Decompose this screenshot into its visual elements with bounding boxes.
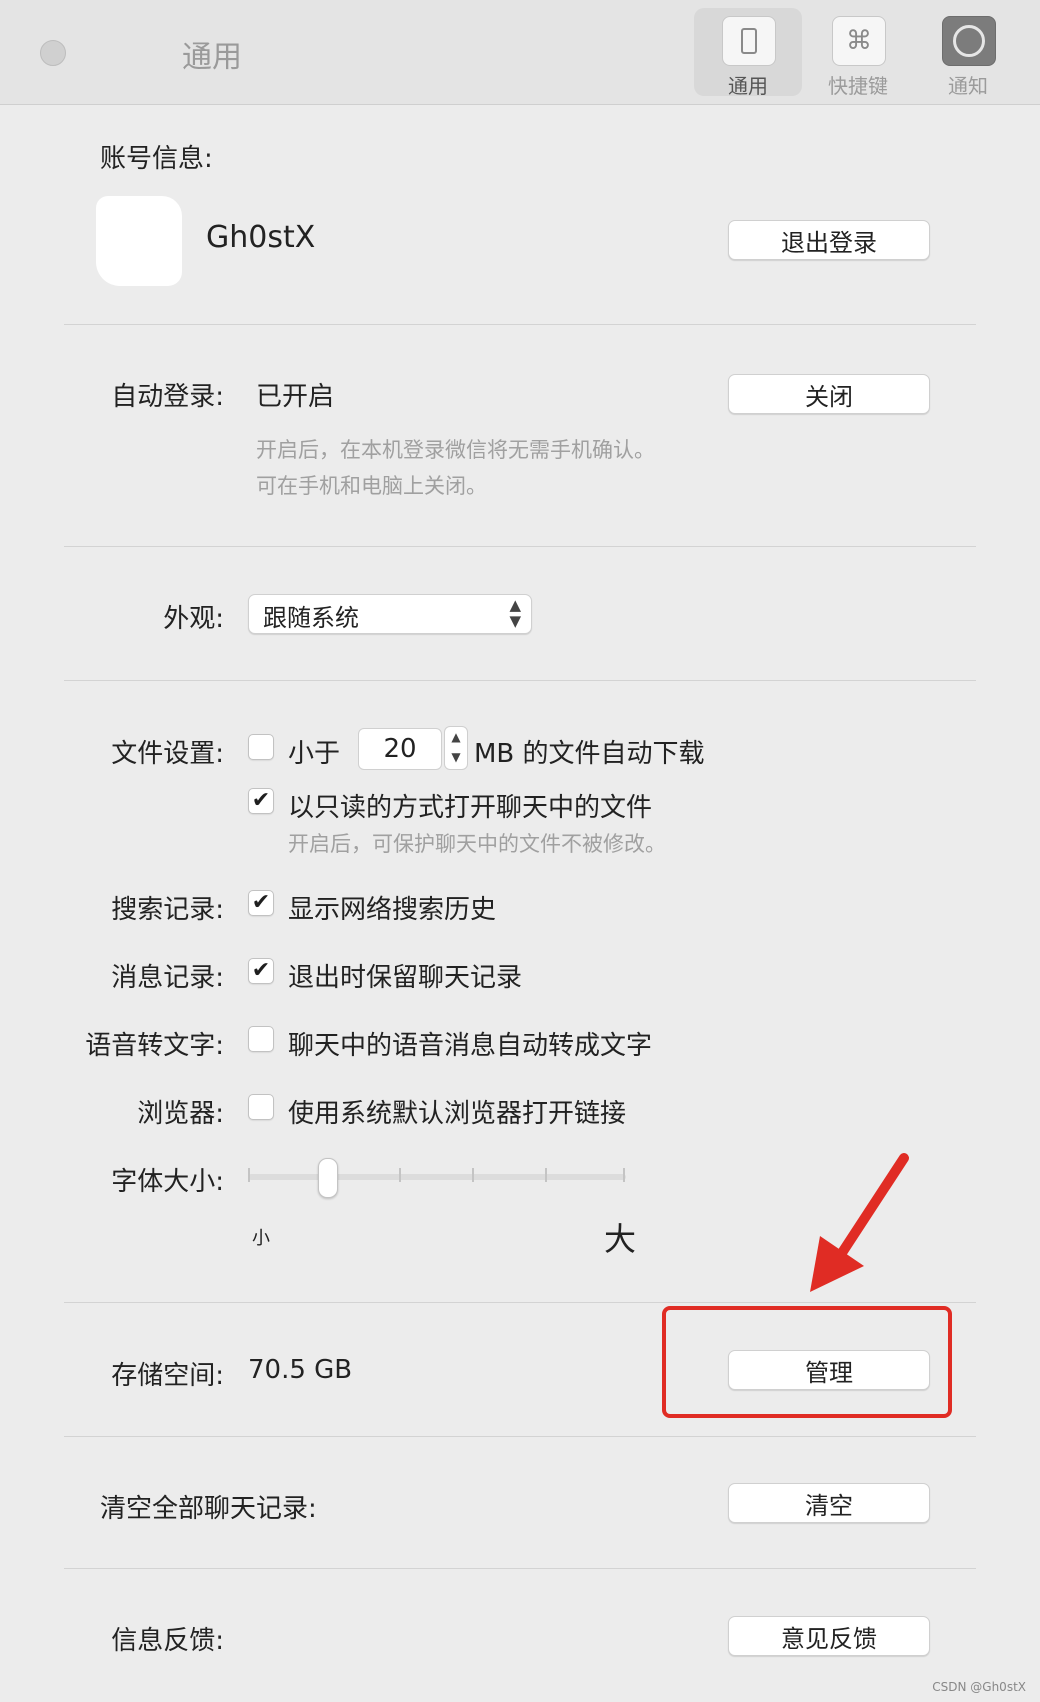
annotation-arrow-icon — [810, 1153, 909, 1292]
divider — [64, 1568, 976, 1569]
window-title: 通用 — [182, 40, 242, 75]
size-stepper[interactable]: ▲ ▼ — [444, 726, 468, 770]
auto-download-suffix: MB 的文件自动下载 — [474, 739, 705, 769]
divider — [64, 546, 976, 547]
slider-tick — [399, 1168, 401, 1182]
browser-option: 使用系统默认浏览器打开链接 — [288, 1099, 627, 1129]
tab-notifications-label: 通知 — [948, 74, 988, 98]
slider-tick — [472, 1168, 474, 1182]
slider-tick — [545, 1168, 547, 1182]
storage-label: 存储空间: — [111, 1361, 224, 1391]
username: Gh0stX — [206, 220, 316, 255]
message-history-option: 退出时保留聊天记录 — [288, 963, 523, 993]
search-history-label: 搜索记录: — [111, 895, 224, 925]
auto-login-hint-1: 开启后，在本机登录微信将无需手机确认。 — [256, 438, 655, 462]
auto-login-status: 已开启 — [256, 382, 335, 412]
tab-general[interactable]: 通用 — [694, 8, 802, 98]
font-size-small-label: 小 — [252, 1228, 270, 1249]
checkmark-icon: ✔ — [251, 788, 271, 813]
appearance-selected-value: 跟随系统 — [263, 604, 359, 632]
speech-to-text-checkbox[interactable] — [248, 1026, 274, 1052]
title-bar: 通用 通用 ⌘ 快捷键 通知 — [0, 0, 1040, 105]
font-size-label: 字体大小: — [111, 1167, 224, 1197]
settings-window: 通用 通用 ⌘ 快捷键 通知 账号信息: Gh0stX 退出登录 自动登录: 已… — [0, 0, 1040, 1702]
avatar[interactable] — [96, 196, 182, 286]
feedback-button[interactable]: 意见反馈 — [728, 1616, 930, 1656]
tab-shortcuts[interactable]: ⌘ 快捷键 — [804, 8, 912, 98]
updown-chevron-icon: ▲ ▼ — [509, 596, 521, 630]
clear-history-label: 清空全部聊天记录: — [100, 1494, 317, 1524]
speech-to-text-label: 语音转文字: — [85, 1031, 224, 1061]
slider-tick — [248, 1168, 250, 1182]
checkmark-icon: ✔ — [251, 958, 271, 983]
tab-notifications[interactable]: 通知 — [914, 8, 1022, 98]
readonly-option-label: 以只读的方式打开聊天中的文件 — [288, 793, 653, 823]
auto-download-size-input[interactable]: 20 — [358, 728, 442, 770]
window-close-button[interactable] — [40, 40, 66, 66]
message-history-label: 消息记录: — [111, 963, 224, 993]
readonly-checkbox[interactable]: ✔ — [248, 788, 274, 814]
divider — [64, 1302, 976, 1303]
font-size-slider[interactable] — [248, 1174, 626, 1180]
notification-icon — [942, 16, 996, 66]
checkmark-icon: ✔ — [251, 890, 271, 915]
divider — [64, 1436, 976, 1437]
message-history-checkbox[interactable]: ✔ — [248, 958, 274, 984]
file-settings-label: 文件设置: — [111, 739, 224, 769]
appearance-label: 外观: — [163, 604, 224, 634]
feedback-label: 信息反馈: — [111, 1626, 224, 1656]
search-history-option: 显示网络搜索历史 — [288, 895, 497, 925]
readonly-hint: 开启后，可保护聊天中的文件不被修改。 — [288, 832, 666, 856]
browser-label: 浏览器: — [137, 1099, 224, 1129]
phone-icon — [722, 16, 776, 66]
browser-checkbox[interactable] — [248, 1094, 274, 1120]
divider — [64, 680, 976, 681]
slider-tick — [623, 1168, 625, 1182]
divider — [64, 324, 976, 325]
logout-button[interactable]: 退出登录 — [728, 220, 930, 260]
auto-download-checkbox[interactable] — [248, 734, 274, 760]
watermark: CSDN @Gh0stX — [932, 1680, 1026, 1694]
account-label: 账号信息: — [100, 144, 213, 174]
tab-general-label: 通用 — [728, 74, 768, 98]
font-size-large-label: 大 — [604, 1220, 637, 1258]
search-history-checkbox[interactable]: ✔ — [248, 890, 274, 916]
font-size-slider-thumb[interactable] — [318, 1158, 338, 1198]
appearance-select[interactable]: 跟随系统 ▲ ▼ — [248, 594, 532, 634]
auto-login-close-button[interactable]: 关闭 — [728, 374, 930, 414]
auto-login-label: 自动登录: — [111, 382, 224, 412]
storage-value: 70.5 GB — [248, 1355, 353, 1385]
speech-to-text-option: 聊天中的语音消息自动转成文字 — [288, 1031, 653, 1061]
auto-login-hint-2: 可在手机和电脑上关闭。 — [256, 474, 487, 498]
tab-shortcuts-label: 快捷键 — [828, 74, 888, 98]
annotation-highlight-box — [662, 1306, 952, 1418]
clear-history-button[interactable]: 清空 — [728, 1483, 930, 1523]
auto-download-prefix: 小于 — [288, 739, 341, 769]
command-key-icon: ⌘ — [832, 16, 886, 66]
